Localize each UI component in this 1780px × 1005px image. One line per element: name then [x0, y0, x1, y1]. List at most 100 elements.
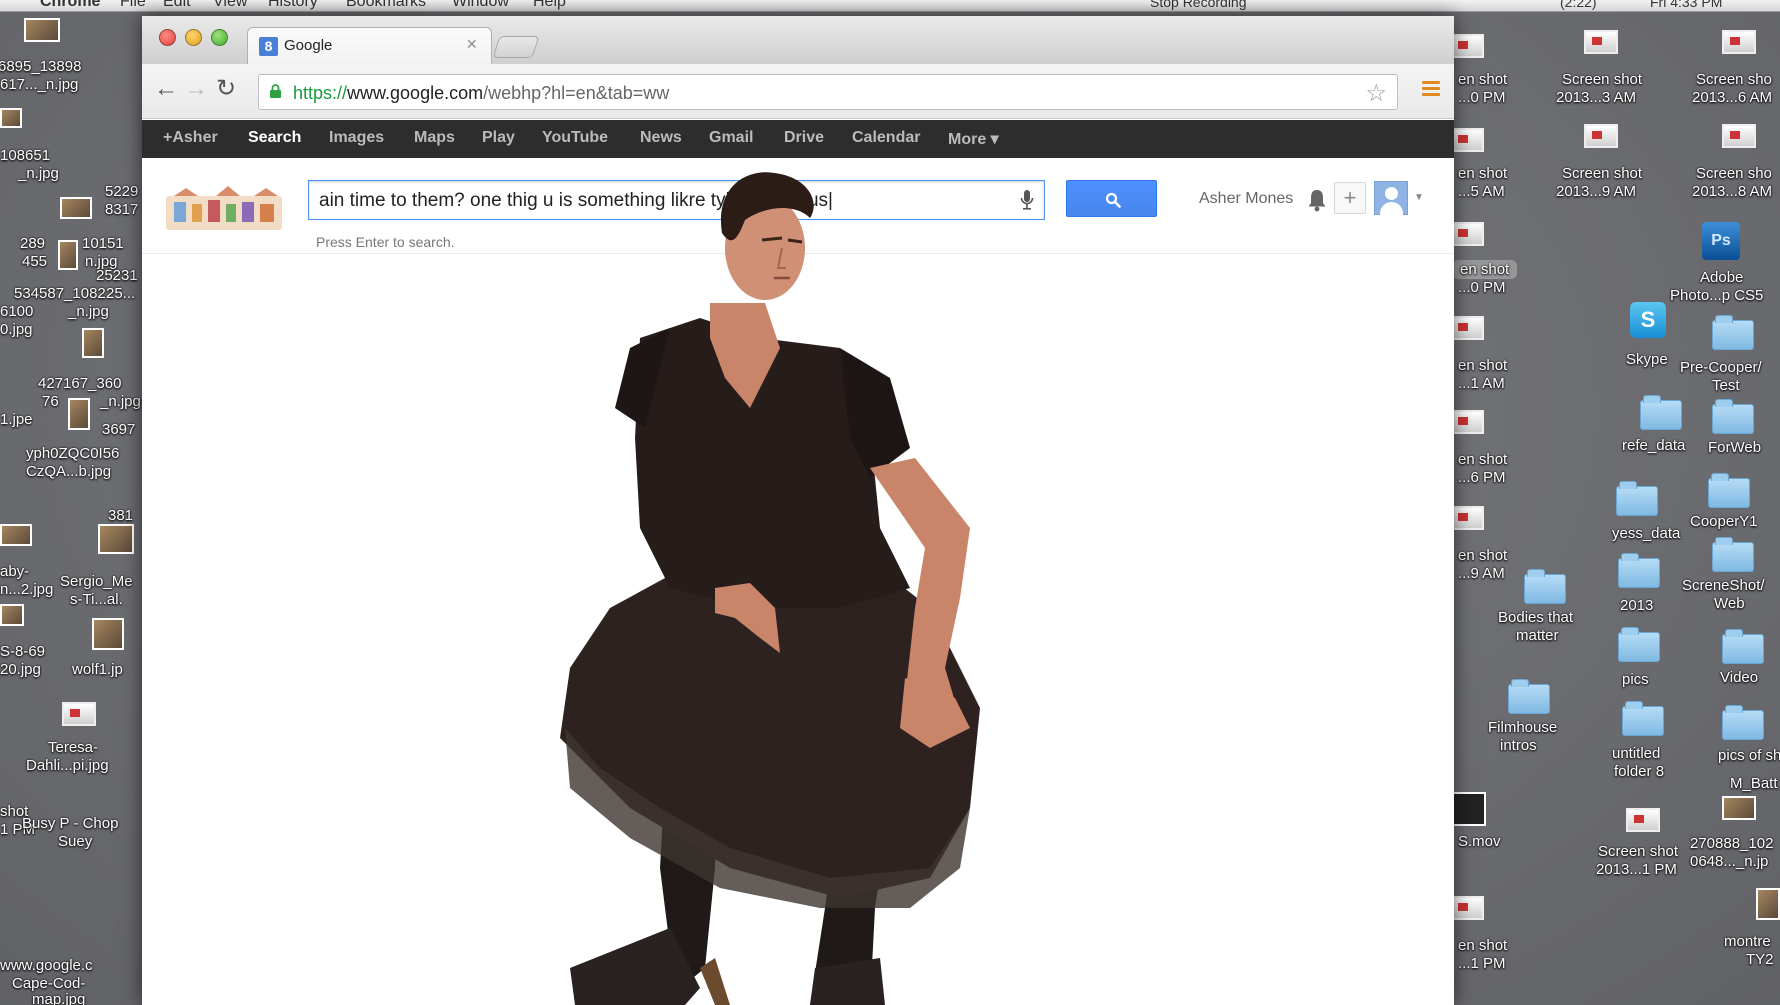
close-tab-icon[interactable]: × — [466, 34, 477, 55]
desktop-image-icon[interactable] — [98, 524, 134, 554]
desktop-screenshot-icon[interactable] — [62, 702, 96, 726]
tab-google[interactable]: 8 Google × — [247, 27, 492, 64]
desktop-movie-icon[interactable] — [1452, 792, 1486, 826]
desktop-image-icon[interactable] — [24, 18, 60, 42]
bookmark-star-icon[interactable]: ☆ — [1365, 79, 1387, 108]
google-doodle-logo[interactable] — [166, 186, 282, 230]
desktop-file-label: Screen shot — [1598, 843, 1679, 860]
desktop-screenshot-icon[interactable] — [1722, 124, 1756, 148]
desktop-folder-label: refe_data — [1622, 437, 1686, 454]
gbar-item-plus-asher[interactable]: +Asher — [163, 129, 218, 147]
desktop-image-icon[interactable] — [1722, 796, 1756, 820]
desktop-file-label: Sergio_Me — [60, 573, 133, 590]
minimize-window-button[interactable] — [185, 29, 202, 46]
folder-icon[interactable] — [1722, 705, 1764, 740]
desktop-file-label: Screen shot — [1562, 71, 1643, 88]
desktop-screenshot-icon[interactable] — [1450, 506, 1484, 530]
desktop-file-label: ...1 PM — [1458, 955, 1506, 972]
search-button[interactable] — [1066, 180, 1157, 217]
menubar-help[interactable]: Help — [533, 0, 566, 11]
menubar-edit[interactable]: Edit — [163, 0, 191, 11]
battery-status[interactable]: (2:22) — [1560, 0, 1597, 10]
desktop-screenshot-icon[interactable] — [1722, 30, 1756, 54]
url-text[interactable]: https://www.google.com/webhp?hl=en&tab=w… — [293, 83, 669, 104]
folder-icon[interactable] — [1524, 569, 1566, 604]
folder-icon[interactable] — [1712, 537, 1754, 572]
chevron-down-icon[interactable]: ▼ — [1414, 192, 1424, 203]
desktop-screenshot-icon[interactable] — [1584, 124, 1618, 148]
menubar-file[interactable]: File — [120, 0, 146, 11]
desktop-image-icon[interactable] — [82, 328, 104, 358]
close-window-button[interactable] — [159, 29, 176, 46]
desktop-screenshot-icon[interactable] — [1450, 222, 1484, 246]
desktop-image-icon[interactable] — [68, 398, 90, 430]
gbar-item-more[interactable]: More ▾ — [948, 129, 999, 149]
microphone-icon[interactable] — [1020, 189, 1034, 211]
desktop-folder-label: Filmhouse — [1488, 719, 1558, 736]
menubar-window[interactable]: Window — [452, 0, 509, 11]
desktop-file-label: 6100 — [0, 303, 34, 320]
desktop-screenshot-icon[interactable] — [1450, 316, 1484, 340]
forward-arrow-icon[interactable]: → — [184, 76, 208, 102]
desktop-file-label: 1.jpe — [0, 411, 33, 428]
folder-icon[interactable] — [1712, 399, 1754, 434]
stop-recording-status[interactable]: Stop Recording — [1150, 0, 1247, 10]
folder-icon[interactable] — [1640, 395, 1682, 430]
account-name[interactable]: Asher Mones — [1199, 190, 1293, 208]
reload-icon[interactable]: ↻ — [216, 76, 236, 102]
desktop-file-label: Screen shot — [1562, 165, 1643, 182]
desktop-image-icon[interactable] — [92, 618, 124, 650]
skype-icon[interactable]: S — [1630, 302, 1666, 338]
folder-icon[interactable] — [1616, 481, 1658, 516]
desktop-file-label: map.jpg — [32, 991, 86, 1005]
desktop-screenshot-icon[interactable] — [1450, 34, 1484, 58]
folder-icon[interactable] — [1618, 627, 1660, 662]
menubar-history[interactable]: History — [268, 0, 318, 11]
gbar-item-search[interactable]: Search — [248, 129, 301, 147]
folder-icon[interactable] — [1508, 679, 1550, 714]
menubar-app-chrome[interactable]: Chrome — [40, 0, 100, 11]
menubar-view[interactable]: View — [213, 0, 247, 11]
desktop-image-icon[interactable] — [58, 240, 78, 270]
desktop-folder-label: Test — [1712, 377, 1740, 394]
desktop-screenshot-icon[interactable] — [1626, 808, 1660, 832]
desktop-file-label: ...6 PM — [1458, 469, 1506, 486]
new-tab-button[interactable] — [492, 36, 540, 58]
desktop-file-label: yph0ZQC0I56 — [26, 445, 120, 462]
folder-icon[interactable] — [1708, 473, 1750, 508]
share-plus-button[interactable]: + — [1334, 182, 1366, 214]
desktop-screenshot-icon[interactable] — [1584, 30, 1618, 54]
zoom-window-button[interactable] — [211, 29, 228, 46]
mac-menubar: Chrome File Edit View History Bookmarks … — [0, 0, 1780, 12]
desktop-image-icon[interactable] — [0, 108, 22, 128]
desktop-image-icon[interactable] — [1756, 888, 1780, 920]
desktop-image-icon[interactable] — [60, 197, 92, 219]
folder-icon[interactable] — [1618, 553, 1660, 588]
desktop-file-label: 270888_102 — [1690, 835, 1774, 852]
window-titlebar[interactable]: 8 Google × — [142, 16, 1454, 64]
chrome-menu-icon[interactable] — [1422, 81, 1440, 99]
clock-status[interactable]: Fri 4:33 PM — [1650, 0, 1722, 10]
folder-icon[interactable] — [1722, 629, 1764, 664]
folder-icon[interactable] — [1622, 701, 1664, 736]
desktop-file-label: ...0 PM — [1458, 89, 1506, 106]
person-heel — [700, 958, 730, 1005]
notification-bell-icon[interactable] — [1307, 188, 1327, 212]
address-bar[interactable]: https://www.google.com/webhp?hl=en&tab=w… — [258, 74, 1398, 110]
desktop-screenshot-icon[interactable] — [1450, 128, 1484, 152]
folder-icon[interactable] — [1712, 315, 1754, 350]
desktop-file-label: n...2.jpg — [0, 581, 54, 598]
desktop-folder-label: Pre-Cooper/ — [1680, 359, 1762, 376]
menubar-bookmarks[interactable]: Bookmarks — [346, 0, 426, 11]
desktop-screenshot-icon[interactable] — [1450, 896, 1484, 920]
back-arrow-icon[interactable]: ← — [154, 76, 178, 102]
desktop-screenshot-icon[interactable] — [1450, 410, 1484, 434]
desktop-folder-label: Video — [1720, 669, 1759, 686]
desktop-file-label: en shot — [1458, 165, 1508, 182]
desktop-file-label: 2013...9 AM — [1556, 183, 1637, 200]
desktop-image-icon[interactable] — [0, 524, 32, 546]
desktop-file-label: TY2 — [1746, 951, 1774, 968]
avatar[interactable] — [1374, 181, 1408, 215]
desktop-image-icon[interactable] — [0, 604, 24, 626]
photoshop-icon[interactable]: Ps — [1702, 222, 1740, 260]
